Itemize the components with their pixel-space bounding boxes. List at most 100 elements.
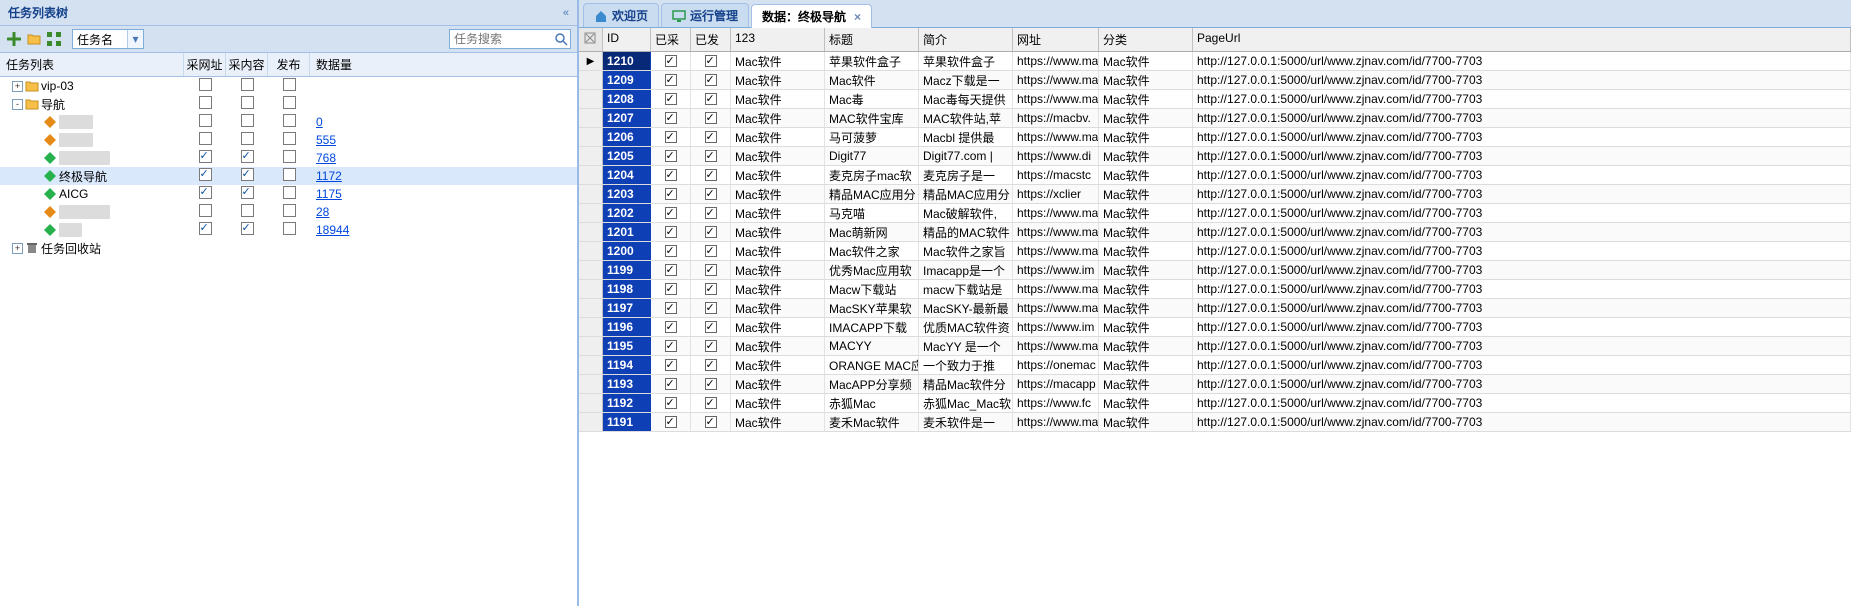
cell-check[interactable] [691,299,731,317]
chevron-down-icon[interactable]: ▾ [127,30,143,48]
tree-check-c2[interactable] [226,150,268,166]
cell-check[interactable] [691,413,731,431]
tree-check-c3[interactable] [268,132,310,148]
tree-count[interactable]: 18944 [310,223,577,237]
row-header[interactable] [579,375,603,393]
cell-d[interactable]: MacSKY-最新最 [919,299,1013,317]
col-collect-content[interactable]: 采内容 [226,53,268,76]
cell-u[interactable]: https://www.ma [1013,128,1099,146]
cell-u[interactable]: https://www.ma [1013,52,1099,70]
tree-row[interactable]: +vip-03 [0,77,577,95]
col-123[interactable]: 123 [731,28,825,51]
col-pageurl[interactable]: PageUrl [1193,28,1851,51]
cell-id[interactable]: 1201 [603,223,651,241]
table-row[interactable]: ▶1210Mac软件苹果软件盒子苹果软件盒子https://www.maMac软… [579,52,1851,71]
cell-p[interactable]: http://127.0.0.1:5000/url/www.zjnav.com/… [1193,128,1851,146]
cell-check[interactable] [651,185,691,203]
cell-d[interactable]: 精品的MAC软件 [919,223,1013,241]
row-header[interactable] [579,337,603,355]
cell-d[interactable]: Macbl 提供最 [919,128,1013,146]
cell-a[interactable]: Mac软件 [731,394,825,412]
cell-check[interactable] [691,318,731,336]
cell-p[interactable]: http://127.0.0.1:5000/url/www.zjnav.com/… [1193,337,1851,355]
cell-p[interactable]: http://127.0.0.1:5000/url/www.zjnav.com/… [1193,71,1851,89]
tree-check-c1[interactable] [184,204,226,220]
cell-d[interactable]: 优质MAC软件资 [919,318,1013,336]
cell-a[interactable]: Mac软件 [731,71,825,89]
folder-icon[interactable] [26,31,42,47]
cell-c[interactable]: Mac软件 [1099,128,1193,146]
cell-c[interactable]: Mac软件 [1099,147,1193,165]
table-row[interactable]: 1196Mac软件IMACAPP下载优质MAC软件资https://www.im… [579,318,1851,337]
table-row[interactable]: 1208Mac软件Mac毒Mac毒每天提供https://www.maMac软件… [579,90,1851,109]
tree-row[interactable]: ████555 [0,131,577,149]
collapse-panel-button[interactable]: « [563,7,569,19]
cell-d[interactable]: 一个致力于推 [919,356,1013,374]
cell-p[interactable]: http://127.0.0.1:5000/url/www.zjnav.com/… [1193,356,1851,374]
cell-check[interactable] [651,90,691,108]
row-header[interactable] [579,166,603,184]
cell-p[interactable]: http://127.0.0.1:5000/url/www.zjnav.com/… [1193,413,1851,431]
cell-id[interactable]: 1207 [603,109,651,127]
cell-id[interactable]: 1210 [603,52,651,70]
cell-u[interactable]: https://www.im [1013,261,1099,279]
cell-t[interactable]: 赤狐Mac [825,394,919,412]
cell-u[interactable]: https://www.ma [1013,299,1099,317]
row-header[interactable] [579,204,603,222]
cell-d[interactable]: Digit77.com | [919,147,1013,165]
table-row[interactable]: 1200Mac软件Mac软件之家Mac软件之家旨https://www.maMa… [579,242,1851,261]
tree-check-c2[interactable] [226,186,268,202]
cell-c[interactable]: Mac软件 [1099,394,1193,412]
cell-check[interactable] [691,223,731,241]
col-collect-url[interactable]: 采网址 [184,53,226,76]
cell-check[interactable] [691,242,731,260]
collapse-icon[interactable]: - [12,99,23,110]
cell-check[interactable] [691,109,731,127]
table-row[interactable]: 1202Mac软件马克喵Mac破解软件,https://www.maMac软件h… [579,204,1851,223]
table-row[interactable]: 1209Mac软件Mac软件Macz下载是一https://www.maMac软… [579,71,1851,90]
cell-t[interactable]: 苹果软件盒子 [825,52,919,70]
cell-check[interactable] [651,109,691,127]
tree-count[interactable]: 555 [310,133,577,147]
cell-t[interactable]: MacAPP分享频 [825,375,919,393]
cell-check[interactable] [691,52,731,70]
cell-a[interactable]: Mac软件 [731,166,825,184]
cell-id[interactable]: 1195 [603,337,651,355]
cell-p[interactable]: http://127.0.0.1:5000/url/www.zjnav.com/… [1193,52,1851,70]
cell-a[interactable]: Mac软件 [731,204,825,222]
tab-0[interactable]: 欢迎页 [583,3,659,27]
cell-p[interactable]: http://127.0.0.1:5000/url/www.zjnav.com/… [1193,318,1851,336]
cell-a[interactable]: Mac软件 [731,318,825,336]
tree-check-c1[interactable] [184,150,226,166]
tree-check-c1[interactable] [184,186,226,202]
tree-count[interactable]: 1172 [310,169,577,183]
cell-d[interactable]: MacYY 是一个 [919,337,1013,355]
cell-id[interactable]: 1203 [603,185,651,203]
tree-row[interactable]: ██████768 [0,149,577,167]
cell-check[interactable] [651,299,691,317]
cell-id[interactable]: 1193 [603,375,651,393]
table-row[interactable]: 1191Mac软件麦禾Mac软件麦禾软件是一https://www.maMac软… [579,413,1851,432]
col-publish[interactable]: 发布 [268,53,310,76]
tree-count[interactable]: 28 [310,205,577,219]
cell-id[interactable]: 1206 [603,128,651,146]
cell-t[interactable]: 优秀Mac应用软 [825,261,919,279]
tree-count[interactable]: 0 [310,115,577,129]
cell-id[interactable]: 1200 [603,242,651,260]
cell-t[interactable]: 麦禾Mac软件 [825,413,919,431]
row-header[interactable] [579,109,603,127]
cell-c[interactable]: Mac软件 [1099,318,1193,336]
cell-t[interactable]: Macw下载站 [825,280,919,298]
cell-c[interactable]: Mac软件 [1099,185,1193,203]
cell-p[interactable]: http://127.0.0.1:5000/url/www.zjnav.com/… [1193,223,1851,241]
cell-check[interactable] [651,52,691,70]
cell-check[interactable] [651,166,691,184]
expand-icon[interactable]: + [12,243,23,254]
cell-a[interactable]: Mac软件 [731,109,825,127]
task-filter-combo[interactable]: ▾ [72,29,144,49]
tab-1[interactable]: 运行管理 [661,3,749,27]
search-icon[interactable] [552,30,570,48]
cell-p[interactable]: http://127.0.0.1:5000/url/www.zjnav.com/… [1193,90,1851,108]
cell-check[interactable] [651,223,691,241]
cell-t[interactable]: 麦克房子mac软 [825,166,919,184]
